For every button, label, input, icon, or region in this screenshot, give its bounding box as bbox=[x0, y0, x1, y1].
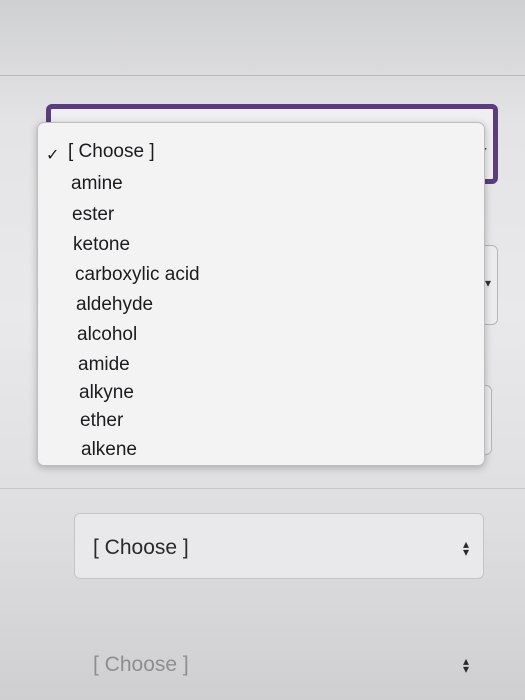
option-alkene[interactable]: alkene bbox=[81, 439, 137, 463]
dropdown-menu: ✓ [ Choose ] amine ester ketone carboxyl… bbox=[37, 122, 485, 466]
option-amide[interactable]: amide bbox=[78, 354, 130, 378]
check-icon: ✓ bbox=[46, 147, 60, 164]
option-choose[interactable]: [ Choose ] bbox=[68, 141, 155, 165]
option-amine[interactable]: amine bbox=[71, 173, 123, 197]
page-background: ▸ ▾ ▸ ✓ [ Choose ] amine ester ketone ca… bbox=[0, 0, 525, 700]
divider bbox=[0, 75, 525, 76]
up-down-chevron-icon: ▴ ▾ bbox=[462, 654, 469, 676]
select-value: [ Choose ] bbox=[93, 536, 189, 559]
select-value: [ Choose ] bbox=[93, 653, 189, 676]
answer-select[interactable]: [ Choose ] ▴ ▾ bbox=[74, 628, 484, 694]
option-ketone[interactable]: ketone bbox=[73, 234, 130, 258]
option-ether[interactable]: ether bbox=[80, 410, 123, 434]
answer-select[interactable]: [ Choose ] ▴ ▾ bbox=[74, 513, 484, 579]
option-ester[interactable]: ester bbox=[72, 204, 114, 228]
option-alcohol[interactable]: alcohol bbox=[77, 324, 137, 348]
divider bbox=[0, 488, 525, 489]
option-aldehyde[interactable]: aldehyde bbox=[76, 294, 153, 318]
select-arrow-icon: ▾ bbox=[484, 276, 491, 290]
option-carboxylic-acid[interactable]: carboxylic acid bbox=[75, 264, 200, 288]
option-alkyne[interactable]: alkyne bbox=[79, 382, 134, 406]
up-down-chevron-icon: ▴ ▾ bbox=[462, 537, 469, 559]
